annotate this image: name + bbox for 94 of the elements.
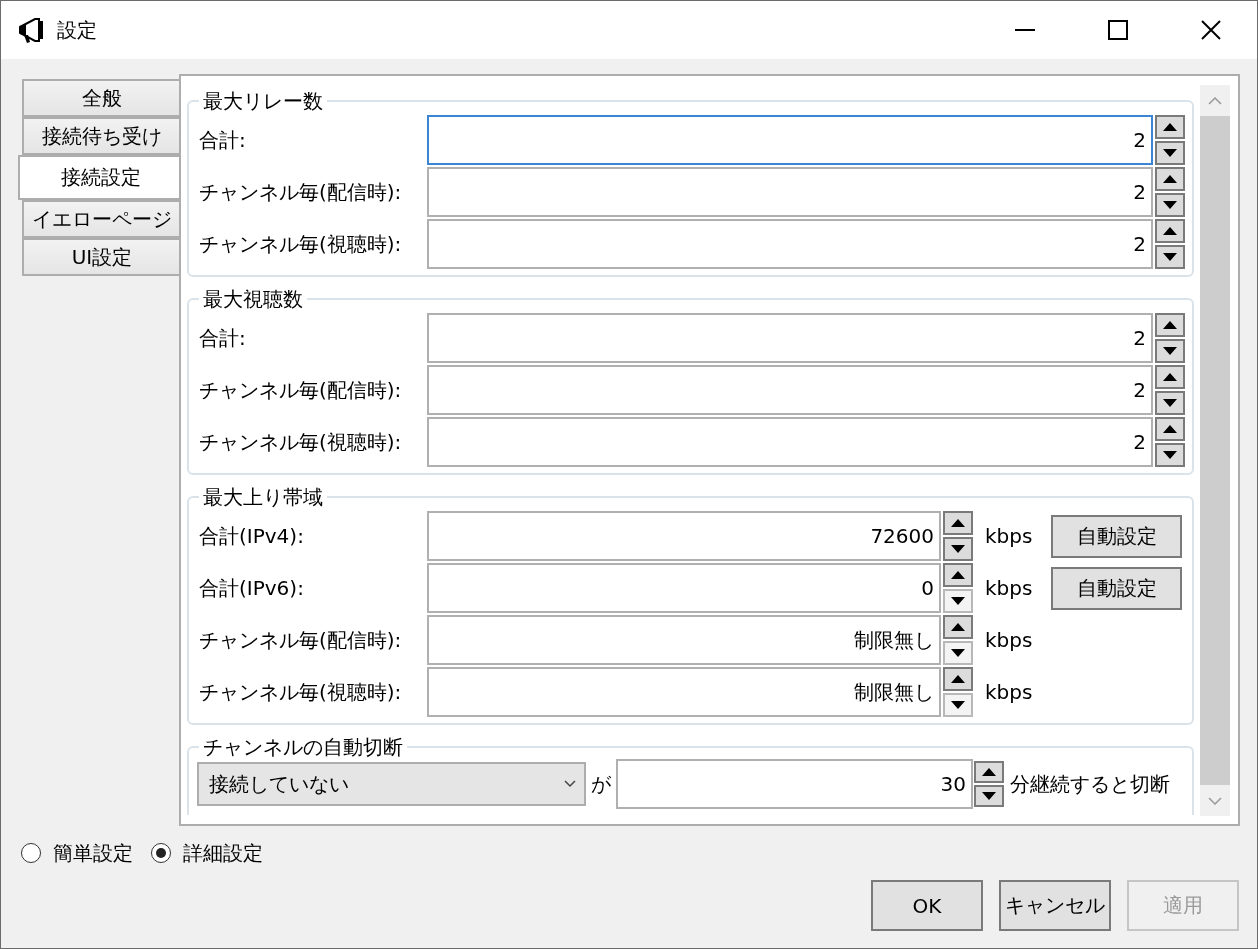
up-triangle-icon: [1163, 227, 1177, 235]
spin-down-button[interactable]: [943, 537, 973, 561]
minimize-icon: [1014, 29, 1035, 31]
number-field[interactable]: 制限無し: [427, 667, 941, 717]
chevron-down-icon: [1208, 796, 1222, 805]
ok-button[interactable]: OK: [871, 880, 983, 931]
unit-label: kbps: [984, 524, 1034, 548]
tab[interactable]: 接続設定: [18, 155, 181, 200]
unit-label: kbps: [984, 576, 1034, 600]
chevron-down-icon: [564, 780, 576, 788]
spin-down-button[interactable]: [1155, 141, 1185, 165]
down-triangle-icon: [1163, 347, 1177, 355]
suffix-text: 分継続すると切断: [1009, 770, 1170, 798]
unit-label: kbps: [984, 628, 1034, 652]
unit-label: kbps: [984, 680, 1034, 704]
spin-up-button[interactable]: [1155, 115, 1185, 139]
spin-down-button[interactable]: [1155, 245, 1185, 269]
close-icon: [1200, 20, 1221, 40]
chevron-up-icon: [1208, 96, 1222, 105]
spin-up-button[interactable]: [1155, 219, 1185, 243]
up-triangle-icon: [951, 623, 965, 631]
up-triangle-icon: [951, 519, 965, 527]
radio-label: 詳細設定: [183, 839, 263, 867]
up-triangle-icon: [951, 675, 965, 683]
down-triangle-icon: [951, 597, 965, 605]
radio-button[interactable]: [151, 843, 171, 863]
maximize-icon: [1107, 20, 1128, 40]
up-triangle-icon: [1163, 175, 1177, 183]
field-label: 合計:: [198, 126, 247, 154]
down-triangle-icon: [982, 792, 996, 800]
field-label: 合計:: [198, 324, 247, 352]
cancel-button[interactable]: キャンセル: [999, 880, 1111, 931]
spin-down-button[interactable]: [1155, 193, 1185, 217]
field-label: チャンネル毎(配信時):: [198, 376, 403, 404]
field-label: チャンネル毎(視聴時):: [198, 678, 403, 706]
down-triangle-icon: [951, 545, 965, 553]
down-triangle-icon: [1163, 399, 1177, 407]
number-field[interactable]: 制限無し: [427, 615, 941, 665]
spin-down-button[interactable]: [1155, 391, 1185, 415]
auto-set-button[interactable]: 自動設定: [1051, 566, 1182, 610]
number-field[interactable]: 2: [427, 365, 1153, 415]
group-title: チャンネルの自動切断: [202, 735, 404, 759]
up-triangle-icon: [951, 571, 965, 579]
spin-down-button[interactable]: [1155, 443, 1185, 467]
up-triangle-icon: [1163, 373, 1177, 381]
spin-up-button[interactable]: [1155, 313, 1185, 337]
connector-text: が: [590, 770, 612, 798]
field-label: チャンネル毎(配信時):: [198, 626, 403, 654]
field-label: チャンネル毎(視聴時):: [198, 230, 403, 258]
down-triangle-icon: [1163, 253, 1177, 261]
number-field[interactable]: 2: [427, 219, 1153, 269]
field-label: 合計(IPv4):: [198, 522, 305, 550]
number-field[interactable]: 72600: [427, 511, 941, 561]
number-field[interactable]: 30: [616, 759, 973, 809]
group-title: 最大視聴数: [202, 287, 304, 311]
number-field[interactable]: 2: [427, 313, 1153, 363]
number-field[interactable]: 2: [427, 167, 1153, 217]
radio-label: 簡単設定: [53, 839, 133, 867]
up-triangle-icon: [1163, 425, 1177, 433]
number-field[interactable]: 0: [427, 563, 941, 613]
tab[interactable]: 接続待ち受け: [22, 117, 180, 155]
up-triangle-icon: [1163, 123, 1177, 131]
spin-down-button[interactable]: [1155, 339, 1185, 363]
spin-up-button[interactable]: [943, 667, 973, 691]
field-label: チャンネル毎(視聴時):: [198, 428, 403, 456]
number-field[interactable]: 2: [427, 417, 1153, 467]
down-triangle-icon: [1163, 451, 1177, 459]
up-triangle-icon: [982, 768, 996, 776]
spin-up-button[interactable]: [943, 511, 973, 535]
window-title: 設定: [57, 16, 97, 44]
group-title: 最大リレー数: [202, 89, 324, 113]
spin-up-button[interactable]: [974, 761, 1004, 783]
down-triangle-icon: [1163, 201, 1177, 209]
spin-down-button[interactable]: [974, 785, 1004, 807]
field-label: チャンネル毎(配信時):: [198, 178, 403, 206]
group-title: 最大上り帯域: [202, 485, 324, 509]
auto-set-button[interactable]: 自動設定: [1051, 514, 1182, 558]
tab[interactable]: 全般: [22, 79, 180, 117]
down-triangle-icon: [1163, 149, 1177, 157]
tab[interactable]: UI設定: [22, 238, 180, 276]
condition-dropdown[interactable]: 接続していない: [197, 762, 586, 806]
spin-up-button[interactable]: [943, 563, 973, 587]
spin-up-button[interactable]: [1155, 167, 1185, 191]
up-triangle-icon: [1163, 321, 1177, 329]
spin-up-button[interactable]: [1155, 417, 1185, 441]
down-triangle-icon: [951, 649, 965, 657]
spin-up-button[interactable]: [943, 615, 973, 639]
scrollbar[interactable]: [1200, 85, 1230, 816]
number-field[interactable]: 2: [427, 115, 1153, 165]
spin-up-button[interactable]: [1155, 365, 1185, 389]
field-label: 合計(IPv6):: [198, 574, 305, 602]
tab[interactable]: イエローページ: [22, 200, 180, 238]
radio-button[interactable]: [21, 843, 41, 863]
down-triangle-icon: [951, 701, 965, 709]
